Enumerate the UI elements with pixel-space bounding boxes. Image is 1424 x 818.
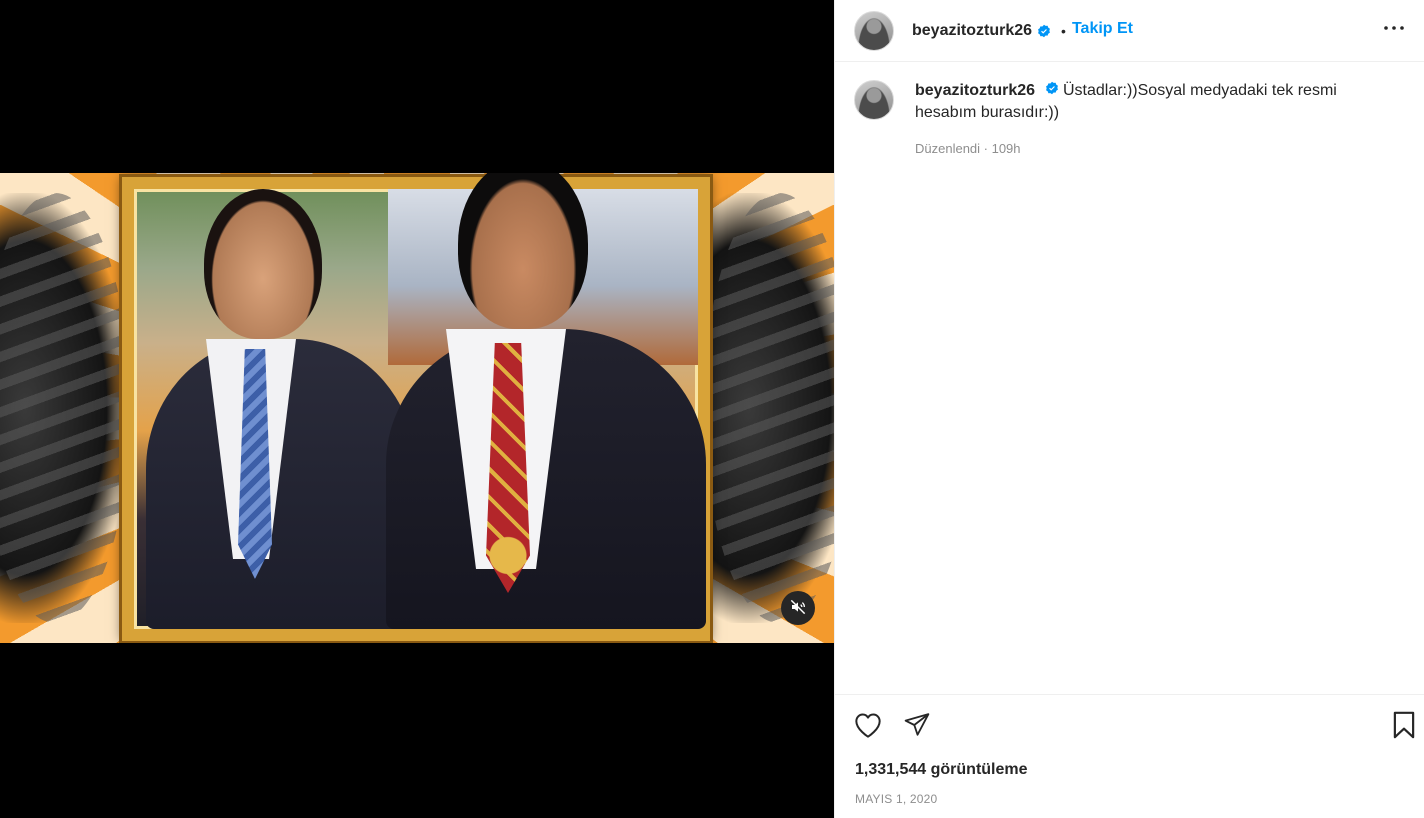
- paper-plane-icon: [903, 712, 931, 741]
- person-left: [146, 189, 416, 629]
- separator-dot: •: [1061, 22, 1066, 39]
- header-username[interactable]: beyazitozturk26: [912, 22, 1032, 40]
- post-header: beyazitozturk26 • Takip Et: [835, 0, 1424, 62]
- actions-divider: [835, 694, 1424, 695]
- post-detail-panel: beyazitozturk26 • Takip Et beyazitozturk…: [834, 0, 1424, 818]
- media-pane: [0, 0, 834, 818]
- post-date[interactable]: MAYIS 1, 2020: [855, 792, 937, 806]
- view-count[interactable]: 1,331,544 görüntüleme: [855, 761, 1028, 779]
- verified-badge-icon: [1037, 24, 1051, 38]
- video-player[interactable]: [0, 173, 834, 643]
- post-viewer: beyazitozturk26 • Takip Et beyazitozturk…: [0, 0, 1424, 818]
- wing-ornament-right: [704, 193, 834, 623]
- follow-button[interactable]: Takip Et: [1072, 20, 1133, 38]
- video-frame: [122, 173, 710, 641]
- wing-ornament-left: [0, 193, 130, 623]
- more-dots-icon: [1384, 18, 1404, 33]
- caption-avatar[interactable]: [854, 80, 894, 120]
- caption-text: beyazitozturk26 Üstadlar:))Sosyal medyad…: [915, 80, 1365, 124]
- save-button[interactable]: [1388, 710, 1420, 742]
- caption-username[interactable]: beyazitozturk26: [915, 82, 1035, 99]
- share-button[interactable]: [901, 710, 933, 742]
- verified-badge-icon: [1045, 81, 1059, 95]
- like-button[interactable]: [852, 710, 884, 742]
- person-right: [386, 173, 706, 629]
- caption-block: beyazitozturk26 Üstadlar:))Sosyal medyad…: [854, 80, 1414, 156]
- mute-toggle-button[interactable]: [781, 591, 815, 625]
- muted-speaker-icon: [790, 599, 806, 618]
- heart-icon: [854, 712, 882, 741]
- caption-body: beyazitozturk26 Üstadlar:))Sosyal medyad…: [915, 80, 1365, 156]
- more-options-button[interactable]: [1376, 12, 1412, 38]
- avatar[interactable]: [854, 10, 894, 51]
- caption-meta: Düzenlendi · 109h: [915, 141, 1021, 156]
- bookmark-icon: [1393, 711, 1415, 742]
